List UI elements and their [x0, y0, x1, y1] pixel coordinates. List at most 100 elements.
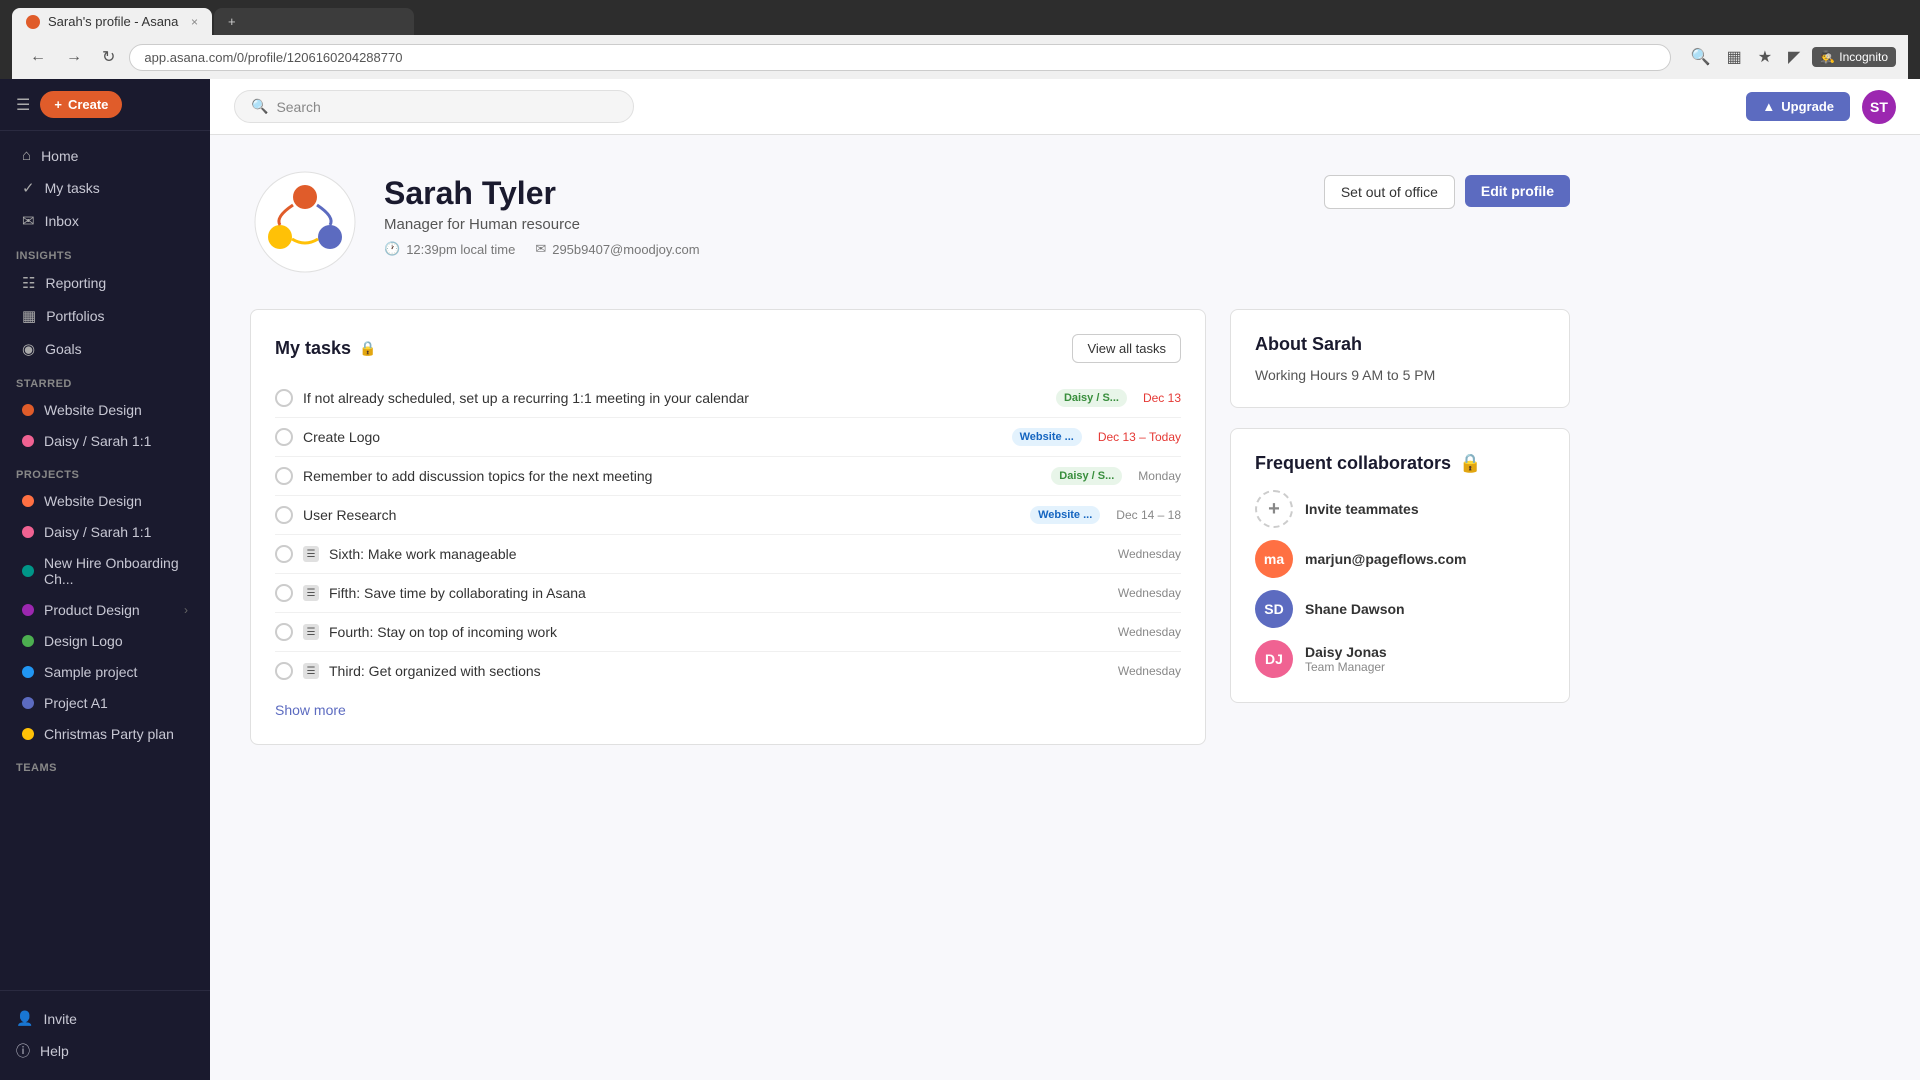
tab-title: Sarah's profile - Asana: [48, 14, 178, 29]
search-placeholder: Search: [276, 99, 320, 115]
sidebar-item-portfolios[interactable]: ▦ Portfolios: [6, 300, 204, 332]
task-name: If not already scheduled, set up a recur…: [303, 390, 1046, 406]
sidebar-item-sample-project[interactable]: Sample project: [6, 657, 204, 687]
sidebar-item-inbox[interactable]: ✉ Inbox: [6, 205, 204, 237]
sidebar-help-button[interactable]: ⓘ Help: [0, 1034, 210, 1068]
profile-local-time: 12:39pm local time: [406, 242, 515, 257]
active-tab[interactable]: Sarah's profile - Asana ×: [12, 8, 212, 35]
task-checkbox[interactable]: [275, 428, 293, 446]
project-a1-label: Project A1: [44, 695, 108, 711]
sidebar-item-website-design-starred[interactable]: Website Design: [6, 395, 204, 425]
daisy-sarah-dot: [22, 435, 34, 447]
collab-dj-info: Daisy Jonas Team Manager: [1305, 644, 1387, 674]
invite-teammates-button[interactable]: +: [1255, 490, 1293, 528]
task-checkbox[interactable]: [275, 389, 293, 407]
project-website-dot: [22, 495, 34, 507]
sidebar-home-label: Home: [41, 148, 78, 164]
side-column: About Sarah Working Hours 9 AM to 5 PM F…: [1230, 309, 1570, 765]
chevron-right-icon: ›: [184, 603, 188, 617]
create-button[interactable]: + Create: [40, 91, 122, 118]
project-christmas-dot: [22, 728, 34, 740]
collab-avatar-sd: SD: [1255, 590, 1293, 628]
collab-ma-name: marjun@pageflows.com: [1305, 551, 1466, 567]
insights-section-label: Insights: [0, 238, 210, 266]
task-checkbox[interactable]: [275, 584, 293, 602]
task-name: Create Logo: [303, 429, 1002, 445]
project-new-hire-dot: [22, 565, 34, 577]
about-working-hours: Working Hours 9 AM to 5 PM: [1255, 367, 1545, 383]
sidebar-invite-button[interactable]: 👤 Invite: [0, 1003, 210, 1034]
website-design-starred-label: Website Design: [44, 402, 142, 418]
project-new-hire-label: New Hire Onboarding Ch...: [44, 555, 188, 587]
help-icon: ⓘ: [16, 1041, 30, 1061]
collab-sd-info: Shane Dawson: [1305, 601, 1405, 617]
task-name: Remember to add discussion topics for th…: [303, 468, 1041, 484]
collab-dj-subtitle: Team Manager: [1305, 660, 1387, 674]
invite-icon: 👤: [16, 1010, 33, 1027]
sidebar-item-daisy-sarah[interactable]: Daisy / Sarah 1:1: [6, 517, 204, 547]
avatar-initials: ST: [1870, 99, 1888, 115]
sidebar-item-new-hire[interactable]: New Hire Onboarding Ch...: [6, 548, 204, 594]
search-icon[interactable]: 🔍: [1687, 43, 1715, 71]
task-checkbox[interactable]: [275, 506, 293, 524]
invite-label[interactable]: Invite teammates: [1305, 501, 1419, 517]
project-daisy-dot: [22, 526, 34, 538]
list-item: SD Shane Dawson: [1255, 590, 1545, 628]
search-bar[interactable]: 🔍 Search: [234, 90, 634, 123]
tab-close-button[interactable]: ×: [191, 15, 198, 29]
app-layout: ☰ + Create ⌂ Home ✓ My tasks ✉ Inbox Ins…: [0, 79, 1920, 1080]
content-wrapper: Sarah Tyler Manager for Human resource 🕐…: [210, 135, 1610, 797]
sidebar-item-my-tasks[interactable]: ✓ My tasks: [6, 172, 204, 204]
collab-ma-info: marjun@pageflows.com: [1305, 551, 1466, 567]
new-tab-button[interactable]: +: [214, 8, 414, 35]
table-row: ☰ Fourth: Stay on top of incoming work W…: [275, 613, 1181, 652]
refresh-button[interactable]: ↻: [96, 43, 121, 71]
show-more-button[interactable]: Show more: [275, 702, 346, 718]
sidebar-item-christmas-party[interactable]: Christmas Party plan: [6, 719, 204, 749]
cast-icon[interactable]: ▦: [1723, 43, 1746, 71]
sidebar-item-project-a1[interactable]: Project A1: [6, 688, 204, 718]
task-checkbox[interactable]: [275, 545, 293, 563]
website-design-dot: [22, 404, 34, 416]
user-avatar[interactable]: ST: [1862, 90, 1896, 124]
view-all-tasks-button[interactable]: View all tasks: [1072, 334, 1181, 363]
browser-actions: 🔍 ▦ ★ ◤ 🕵 Incognito: [1687, 43, 1896, 71]
sidebar-item-goals[interactable]: ◉ Goals: [6, 333, 204, 365]
sidebar-item-home[interactable]: ⌂ Home: [6, 140, 204, 171]
edit-profile-button[interactable]: Edit profile: [1465, 175, 1570, 207]
sidebar-header: ☰ + Create: [0, 79, 210, 131]
upgrade-button[interactable]: ▲ Upgrade: [1746, 92, 1850, 121]
sidebar-item-product-design[interactable]: Product Design ›: [6, 595, 204, 625]
task-name: Fourth: Stay on top of incoming work: [329, 624, 1108, 640]
project-design-logo-label: Design Logo: [44, 633, 123, 649]
sidebar-portfolios-label: Portfolios: [46, 308, 104, 324]
bookmark-icon[interactable]: ★: [1754, 43, 1776, 71]
sidebar-invite-label: Invite: [43, 1011, 76, 1027]
sidebar-item-reporting[interactable]: ☷ Reporting: [6, 267, 204, 299]
sidebar-icon[interactable]: ◤: [1784, 43, 1804, 71]
home-icon: ⌂: [22, 147, 31, 164]
url-bar[interactable]: app.asana.com/0/profile/1206160204288770: [129, 44, 1670, 71]
sidebar-item-daisy-sarah-starred[interactable]: Daisy / Sarah 1:1: [6, 426, 204, 456]
sidebar-item-design-logo[interactable]: Design Logo: [6, 626, 204, 656]
project-daisy-label: Daisy / Sarah 1:1: [44, 524, 151, 540]
back-button[interactable]: ←: [24, 44, 52, 70]
task-date: Wednesday: [1118, 664, 1181, 678]
task-checkbox[interactable]: [275, 623, 293, 641]
set-out-office-button[interactable]: Set out of office: [1324, 175, 1455, 209]
menu-icon[interactable]: ☰: [16, 95, 30, 115]
forward-button[interactable]: →: [60, 44, 88, 70]
task-checkbox[interactable]: [275, 662, 293, 680]
collab-title-text: Frequent collaborators: [1255, 453, 1451, 474]
task-tag: Website ...: [1012, 428, 1082, 446]
about-card: About Sarah Working Hours 9 AM to 5 PM: [1230, 309, 1570, 408]
project-a1-dot: [22, 697, 34, 709]
topbar: 🔍 Search ▲ Upgrade ST: [210, 79, 1920, 135]
sidebar-item-website-design[interactable]: Website Design: [6, 486, 204, 516]
task-checkbox[interactable]: [275, 467, 293, 485]
profile-email-item: ✉ 295b9407@moodjoy.com: [535, 241, 699, 257]
reporting-icon: ☷: [22, 274, 35, 292]
task-tag: Daisy / S...: [1056, 389, 1127, 407]
inbox-icon: ✉: [22, 212, 35, 230]
collaborators-card: Frequent collaborators 🔒 + Invite teamma…: [1230, 428, 1570, 703]
